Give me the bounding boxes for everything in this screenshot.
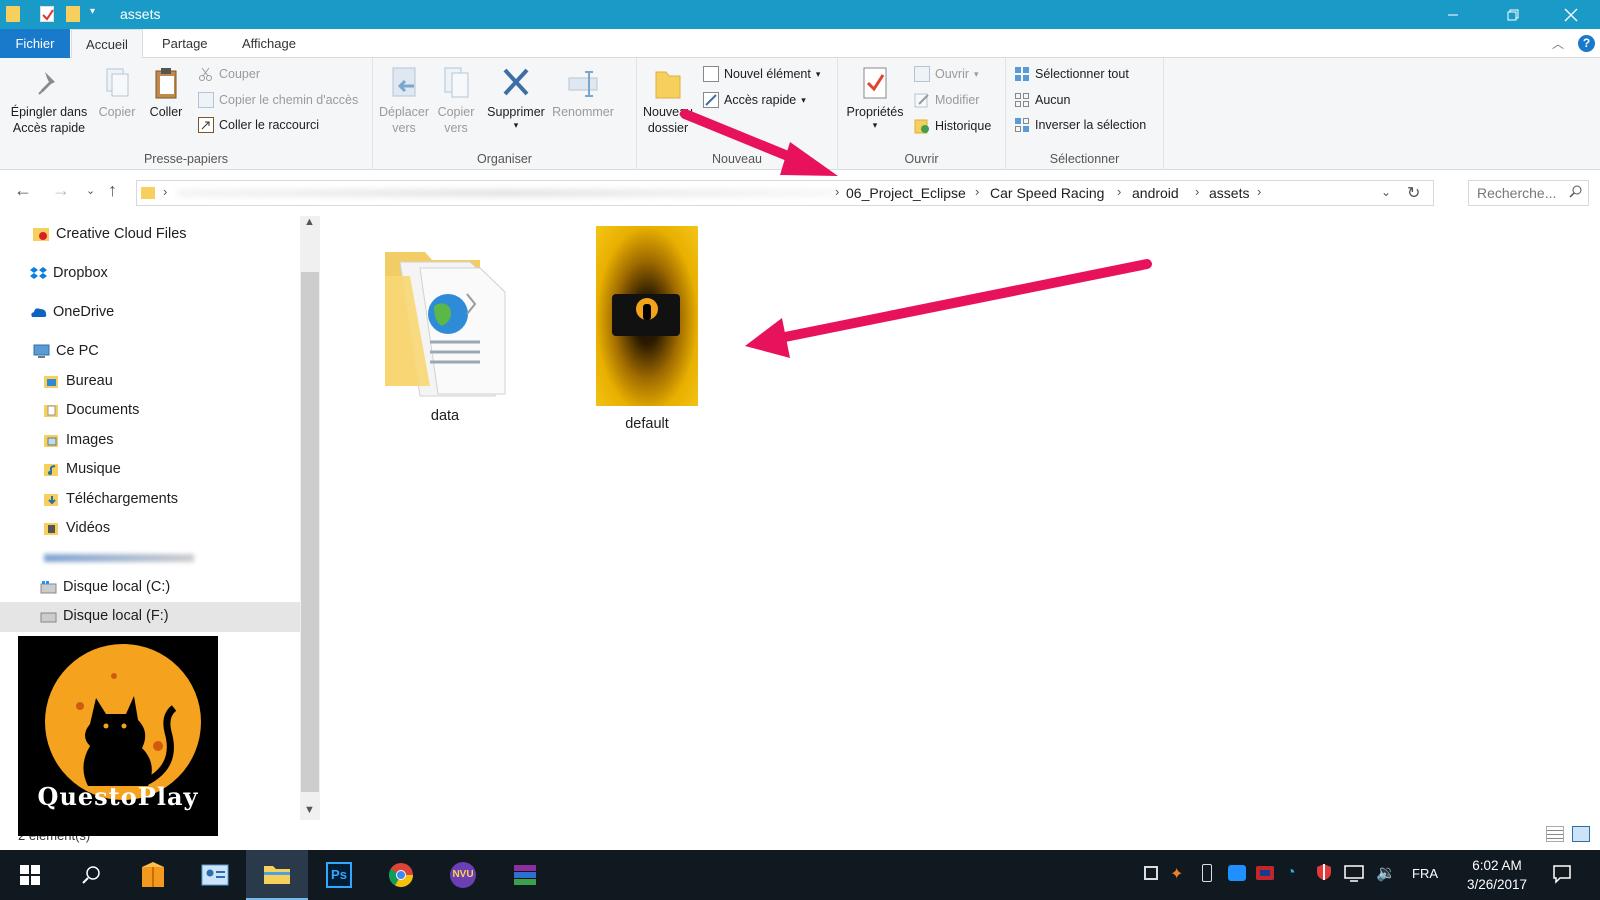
large-icons-view-icon[interactable] <box>1572 826 1590 842</box>
arrow-to-address-bar <box>680 109 838 176</box>
clock-date: 3/26/2017 <box>1466 877 1528 892</box>
taskbar-app-contacts[interactable] <box>184 850 246 900</box>
package-icon <box>142 862 164 887</box>
taskbar-app-chrome[interactable] <box>370 850 432 900</box>
search-taskbar-button[interactable] <box>60 850 122 900</box>
tray-network-icon[interactable] <box>1344 864 1364 885</box>
tray-avast-icon[interactable]: ✦ <box>1170 864 1183 884</box>
tray-usb-icon[interactable] <box>1202 864 1212 882</box>
status-bar: 2 élément(s) <box>0 822 1600 848</box>
tray-language[interactable]: FRA <box>1412 866 1438 881</box>
tray-network-share-icon[interactable] <box>1144 866 1158 880</box>
start-button[interactable] <box>0 850 60 900</box>
windows-logo-icon <box>20 865 40 885</box>
arrow-to-default-image <box>745 259 1152 358</box>
file-explorer-icon <box>264 866 290 884</box>
watermark-text: QuestoPlay <box>37 782 199 811</box>
details-view-icon[interactable] <box>1546 826 1564 842</box>
tray-sync-icon[interactable]: ◔ <box>1286 864 1296 882</box>
contact-card-icon <box>201 864 229 886</box>
nvu-icon: NVU <box>450 862 476 888</box>
taskbar-app-explorer[interactable] <box>246 850 308 900</box>
tray-shield-icon[interactable] <box>1316 863 1332 884</box>
annotation-arrows <box>680 109 1152 358</box>
photoshop-icon: Ps <box>326 862 352 888</box>
taskbar: Ps NVU ✦ ◔ 🔉 FRA 6:02 AM 3/26/2017 <box>0 850 1600 900</box>
archive-books-icon <box>514 865 536 885</box>
action-center-icon[interactable] <box>1552 864 1572 887</box>
tray-clock[interactable]: 6:02 AM 3/26/2017 <box>1454 856 1540 894</box>
clock-time: 6:02 AM <box>1472 858 1522 873</box>
questoplay-watermark: QuestoPlay <box>18 636 218 836</box>
taskbar-app-package[interactable] <box>122 850 184 900</box>
taskbar-app-winrar[interactable] <box>494 850 556 900</box>
chrome-icon <box>388 863 413 888</box>
taskbar-app-photoshop[interactable]: Ps <box>308 850 370 900</box>
tray-volume-icon[interactable]: 🔉 <box>1376 863 1396 883</box>
tray-app-icon[interactable] <box>1228 865 1246 881</box>
tray-red-app-icon[interactable] <box>1256 866 1274 880</box>
search-icon <box>82 866 100 884</box>
taskbar-app-nvu[interactable]: NVU <box>432 850 494 900</box>
